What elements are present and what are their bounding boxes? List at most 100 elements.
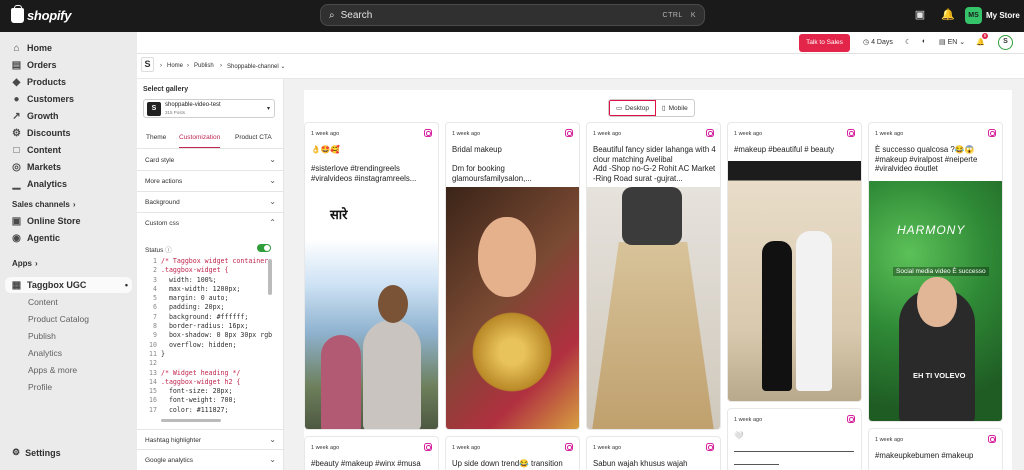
nav-orders[interactable]: ▤ Orders (5, 57, 132, 73)
line-number: 7 (153, 312, 157, 321)
section-hashtag-highlighter[interactable]: Hashtag highlighter ⌄ (137, 429, 284, 450)
post-card[interactable]: 1 week ago 🤍 (727, 408, 862, 470)
bell-icon[interactable]: 🔔 (941, 9, 955, 21)
search-input[interactable]: ⌕ Search CTRL K (320, 4, 705, 26)
post-time: 1 week ago (452, 445, 481, 451)
code-line[interactable]: 3 width: 100%; (145, 276, 272, 285)
divider (734, 464, 779, 465)
panel-tabs: Theme Customization Product CTA (137, 127, 284, 149)
trial-days[interactable]: ◷ 4 Days (863, 38, 893, 46)
talk-to-sales-button[interactable]: Talk to Sales (799, 34, 850, 52)
app-sub-publish[interactable]: Publish (28, 331, 56, 341)
face-shape (917, 277, 957, 327)
section-background[interactable]: Background ⌄ (137, 192, 284, 213)
code-line[interactable]: 7 background: #ffffff; (145, 313, 272, 322)
instagram-icon (565, 129, 573, 137)
chevron-down-icon: ⌄ (959, 39, 966, 46)
code-line[interactable]: 4 max-width: 1200px; (145, 285, 272, 294)
mobile-button[interactable]: ▯ Mobile (656, 100, 694, 116)
post-caption: Bridal makeup Dm for booking glamoursfam… (452, 145, 532, 183)
app-sub-apps-more[interactable]: Apps & more (28, 365, 77, 375)
nav-agentic[interactable]: ◉ Agentic (5, 230, 132, 246)
app-sub-analytics[interactable]: Analytics (28, 348, 62, 358)
post-time: 1 week ago (734, 417, 763, 423)
nav-settings[interactable]: ⚙ Settings (12, 447, 61, 458)
section-google-analytics[interactable]: Google analytics ⌄ (137, 450, 284, 470)
line-number: 3 (153, 275, 157, 284)
app-sub-content[interactable]: Content (28, 297, 58, 307)
language-selector[interactable]: ▤ EN ⌄ (939, 38, 965, 46)
breadcrumb-home[interactable]: Home (167, 63, 183, 69)
line-number: 13 (149, 368, 157, 377)
code-line[interactable]: 16 font-weight: 700; (145, 396, 272, 405)
code-scrollbar-horizontal[interactable] (161, 419, 221, 422)
code-line[interactable]: 8 border-radius: 16px; (145, 322, 272, 331)
code-line[interactable]: 17 color: #111827; (145, 406, 272, 415)
line-number: 11 (149, 349, 157, 358)
store-icon[interactable]: ▣ (914, 9, 926, 21)
notification-icon[interactable]: 🔔 6 (976, 33, 988, 46)
code-line[interactable]: 11} (145, 350, 272, 359)
code-scrollbar-vertical[interactable] (268, 259, 272, 295)
main-area: Talk to Sales ◷ 4 Days ☾ ◐ ▤ EN ⌄ 🔔 6 S S… (137, 32, 1024, 470)
section-custom-css[interactable]: Custom css ⌃ (137, 213, 284, 234)
post-card[interactable]: 1 week ago #makeup #beautiful # beauty (727, 122, 862, 402)
tab-customization[interactable]: Customization (179, 134, 221, 148)
instagram-icon (847, 129, 855, 137)
jewelry-shape (466, 307, 558, 397)
nav-customers[interactable]: ● Customers (5, 91, 132, 107)
post-card[interactable]: 1 week ago Up side down trend😂 transitio… (445, 436, 580, 470)
code-line[interactable]: 10 overflow: hidden; (145, 341, 272, 350)
desktop-button[interactable]: ▭ Desktop (609, 100, 657, 116)
status-toggle[interactable] (257, 244, 271, 252)
nav-home[interactable]: ⌂ Home (5, 40, 132, 56)
nav-taggbox-ugc[interactable]: ▦ Taggbox UGC • (5, 277, 132, 293)
code-line[interactable]: 2 .taggbox-widget { (145, 266, 272, 275)
theme-icon[interactable]: ◐ (922, 38, 926, 45)
nav-analytics[interactable]: ▁ Analytics (5, 176, 132, 192)
app-sub-profile[interactable]: Profile (28, 382, 52, 392)
nav-growth[interactable]: ↗ Growth (5, 108, 132, 124)
moon-icon[interactable]: ☾ (905, 38, 911, 46)
code-line[interactable]: 14 .taggbox-widget h2 { (145, 378, 272, 387)
nav-content[interactable]: □ Content (5, 142, 132, 158)
post-card[interactable]: 1 week ago 👌🤩🥰 #sisterlove #trendingreel… (304, 122, 439, 430)
post-card[interactable]: 1 week ago #makeupkebumen #makeup (868, 428, 1003, 470)
user-avatar[interactable]: S (998, 35, 1013, 50)
lehenga-shape (592, 242, 714, 429)
post-card[interactable]: 1 week ago Beautiful fancy sider lahanga… (586, 122, 721, 430)
code-line[interactable]: 13 /* Widget heading */ (145, 369, 272, 378)
section-card-style[interactable]: Card style ⌄ (137, 150, 284, 171)
breadcrumb-current[interactable]: Shoppable-channel ⌄ (227, 63, 285, 70)
gallery-select[interactable]: S shoppable-video-test 315 Posts ▾ (143, 99, 275, 118)
post-card[interactable]: 1 week ago Bridal makeup Dm for booking … (445, 122, 580, 430)
code-line[interactable]: 6 padding: 20px; (145, 303, 272, 312)
store-menu[interactable]: MS My Store (965, 7, 1020, 24)
post-card[interactable]: 1 week ago #beauty #makeup #winx #musa (304, 436, 439, 470)
code-line[interactable]: 9 box-shadow: 0 8px 30px rgb (145, 331, 272, 340)
store-name: My Store (986, 11, 1020, 20)
breadcrumb-publish[interactable]: Publish (194, 63, 214, 69)
code-line[interactable]: 15 font-size: 28px; (145, 387, 272, 396)
code-line[interactable]: 1 /* Taggbox widget container */ (145, 257, 272, 266)
tab-theme[interactable]: Theme (146, 134, 166, 141)
post-card[interactable]: 1 week ago Sabun wajah khusus wajah (586, 436, 721, 470)
post-image: सारे (305, 185, 438, 429)
section-more-actions[interactable]: More actions ⌄ (137, 171, 284, 192)
nav-markets[interactable]: ◎ Markets (5, 159, 132, 175)
code-line[interactable]: 5 margin: 0 auto; (145, 294, 272, 303)
shopify-logo[interactable]: shopify (11, 5, 71, 23)
sales-channels-heading[interactable]: Sales channels › (12, 200, 75, 209)
code-line[interactable]: 12 (145, 359, 272, 368)
nav-online-store[interactable]: ▣ Online Store (5, 213, 132, 229)
chevron-down-icon: ⌄ (269, 435, 276, 444)
css-code-editor[interactable]: 1 /* Taggbox widget container */ 2 .taggbox… (145, 257, 272, 421)
app-sub-product-catalog[interactable]: Product Catalog (28, 314, 89, 324)
nav-discounts[interactable]: ⚙ Discounts (5, 125, 132, 141)
post-card[interactable]: 1 week ago È successo qualcosa ?😂😱 #make… (868, 122, 1003, 422)
tab-product-cta[interactable]: Product CTA (235, 134, 272, 141)
nav-products[interactable]: ◆ Products (5, 74, 132, 90)
line-number: 8 (153, 322, 157, 331)
apps-heading[interactable]: Apps › (12, 259, 38, 268)
gear-icon: ⚙ (12, 447, 21, 457)
